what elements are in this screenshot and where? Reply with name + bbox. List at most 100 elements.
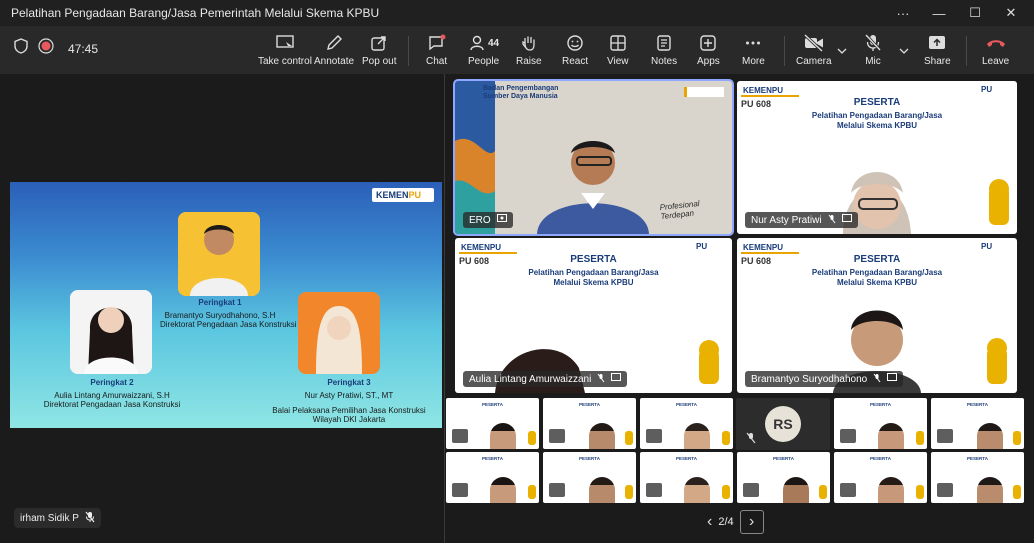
thumbnail-tile[interactable]: PESERTA [640, 452, 733, 503]
rank1-photo [178, 212, 260, 296]
ministry-logo [684, 87, 724, 97]
rank3-caption: Peringkat 3 Nur Asty Pratiwi, ST., MT Ba… [264, 378, 434, 424]
thumbnail-tile[interactable]: PESERTA [931, 398, 1024, 449]
take-control-button[interactable]: Take control [258, 32, 312, 72]
participant-video [589, 477, 615, 503]
stage-divider[interactable] [444, 74, 445, 543]
share-button[interactable]: Share [924, 32, 951, 72]
mascot-icon [1013, 431, 1021, 445]
rank1-name: Bramantyo Suryodhahono, S.H [164, 311, 276, 320]
mascot-icon [819, 485, 827, 499]
thumbnail-tile[interactable]: PESERTA [543, 398, 636, 449]
notes-button[interactable]: Notes [651, 32, 677, 72]
react-button[interactable]: React [562, 32, 588, 72]
view-button[interactable]: View [607, 32, 629, 72]
thumbnail-peserta-title: PESERTA [870, 402, 891, 407]
rank3-unit: Balai Pelaksana Pemilihan Jasa Konstruks… [272, 406, 426, 415]
video-tile-nur-asty[interactable]: KEMENPU PU 608 PU PESERTA Pelatihan Peng… [737, 81, 1017, 234]
participant-video [589, 423, 615, 449]
participant-video [977, 423, 1003, 449]
thumbnail-tile[interactable]: PESERTA [640, 398, 733, 449]
annotate-button[interactable]: Annotate [314, 32, 354, 72]
pager-prev-button[interactable]: ‹ [707, 513, 712, 531]
hang-up-icon [985, 32, 1007, 54]
rank2-unit: Direktorat Pengadaan Jasa Konstruksi [43, 400, 181, 409]
mic-muted-icon [549, 429, 565, 443]
gallery-pager: ‹ 2/4 › [707, 510, 764, 534]
mic-muted-icon [873, 373, 881, 386]
video-tile-rs[interactable]: RS [736, 398, 830, 450]
mic-muted-icon [85, 511, 95, 526]
video-tile-bramantyo[interactable]: KEMENPU PU 608 PU PESERTA Pelatihan Peng… [737, 238, 1017, 393]
thumbnail-tile[interactable]: PESERTA [737, 452, 830, 503]
video-tile-speaker[interactable]: Badan Pengembangan Sumber Daya Manusia P… [453, 79, 734, 236]
notes-icon [656, 32, 672, 54]
thumbnail-peserta-title: PESERTA [967, 402, 988, 407]
participant-video [684, 477, 710, 503]
mic-button[interactable]: Mic [864, 32, 882, 72]
thumbnail-tile[interactable]: PESERTA [446, 398, 539, 449]
rank3-name: Nur Asty Pratiwi, ST., MT [304, 391, 394, 400]
bramantyo-name-chip: Bramantyo Suryodhahono [745, 371, 904, 387]
self-view-name-chip[interactable]: irham Sidik P [14, 508, 101, 528]
camera-button[interactable]: Camera [796, 32, 832, 72]
window-title: Pelatihan Pengadaan Barang/Jasa Pemerint… [11, 6, 380, 20]
rank2-caption: Peringkat 2 Aulia Lintang Amurwaizzani, … [32, 378, 192, 409]
thumbnail-peserta-title: PESERTA [676, 456, 697, 461]
thumbnail-peserta-title: PESERTA [579, 402, 600, 407]
toolbar-divider [408, 36, 409, 66]
aulia-name-chip: Aulia Lintang Amurwaizzani [463, 371, 628, 387]
camera-options-chevron-icon[interactable] [837, 42, 847, 60]
thumbnail-tile[interactable]: PESERTA [446, 452, 539, 503]
screen-share-icon [611, 373, 622, 385]
rank1-caption: Peringkat 1 Bramantyo Suryodhahono, S.H … [160, 298, 297, 329]
chat-icon [427, 32, 447, 54]
mic-options-chevron-icon[interactable] [899, 42, 909, 60]
leave-button[interactable]: Leave [982, 32, 1009, 72]
mascot-icon [916, 431, 924, 445]
thumbnail-peserta-title: PESERTA [579, 456, 600, 461]
maximize-button[interactable]: ☐ [958, 0, 992, 26]
view-label: View [607, 56, 629, 67]
apps-button[interactable]: Apps [697, 32, 720, 72]
thumbnail-tile[interactable]: PESERTA [834, 452, 927, 503]
thumbnail-tile[interactable]: PESERTA [931, 452, 1024, 503]
mascot-icon [528, 431, 536, 445]
mic-off-icon [864, 32, 882, 54]
more-options-button[interactable]: ··· [886, 0, 920, 26]
meeting-toolbar: 47:45 Take control Annotate Pop out Chat… [0, 26, 1034, 74]
speaker-header-1: Badan Pengembangan [483, 85, 559, 92]
mic-label: Mic [865, 56, 881, 67]
mascot-icon [528, 485, 536, 499]
raise-hand-button[interactable]: Raise [516, 32, 542, 72]
chat-button[interactable]: Chat [426, 32, 447, 72]
pager-next-button[interactable]: › [739, 510, 764, 534]
take-control-icon [275, 32, 295, 54]
close-button[interactable]: ✕ [994, 0, 1028, 26]
pop-out-button[interactable]: Pop out [362, 32, 396, 72]
mic-muted-icon [937, 483, 953, 497]
bramantyo-name: Bramantyo Suryodhahono [751, 373, 868, 385]
shield-icon [14, 38, 28, 59]
screen-share-icon [496, 214, 507, 226]
self-view-name: irham Sidik P [20, 512, 79, 524]
people-label: People [468, 56, 500, 67]
avatar: RS [765, 406, 801, 442]
people-count: 44 [488, 37, 500, 49]
video-tile-aulia[interactable]: KEMENPU PU 608 PU PESERTA Pelatihan Peng… [455, 238, 732, 393]
thumbnail-tile[interactable]: PESERTA [543, 452, 636, 503]
minimize-button[interactable]: — [922, 0, 956, 26]
share-label: Share [924, 56, 951, 67]
take-control-label: Take control [258, 56, 312, 67]
meeting-timer: 47:45 [68, 41, 99, 56]
screen-share-icon [887, 373, 898, 385]
people-button[interactable]: 44 People [468, 32, 499, 72]
thumbnail-tile[interactable]: PESERTA [834, 398, 927, 449]
rank2-title: Peringkat 2 [90, 378, 134, 387]
mascot-icon [916, 485, 924, 499]
more-button[interactable]: More [742, 32, 765, 72]
react-label: React [562, 56, 589, 67]
pop-out-label: Pop out [362, 56, 397, 67]
chat-label: Chat [426, 56, 448, 67]
mic-muted-icon [646, 483, 662, 497]
